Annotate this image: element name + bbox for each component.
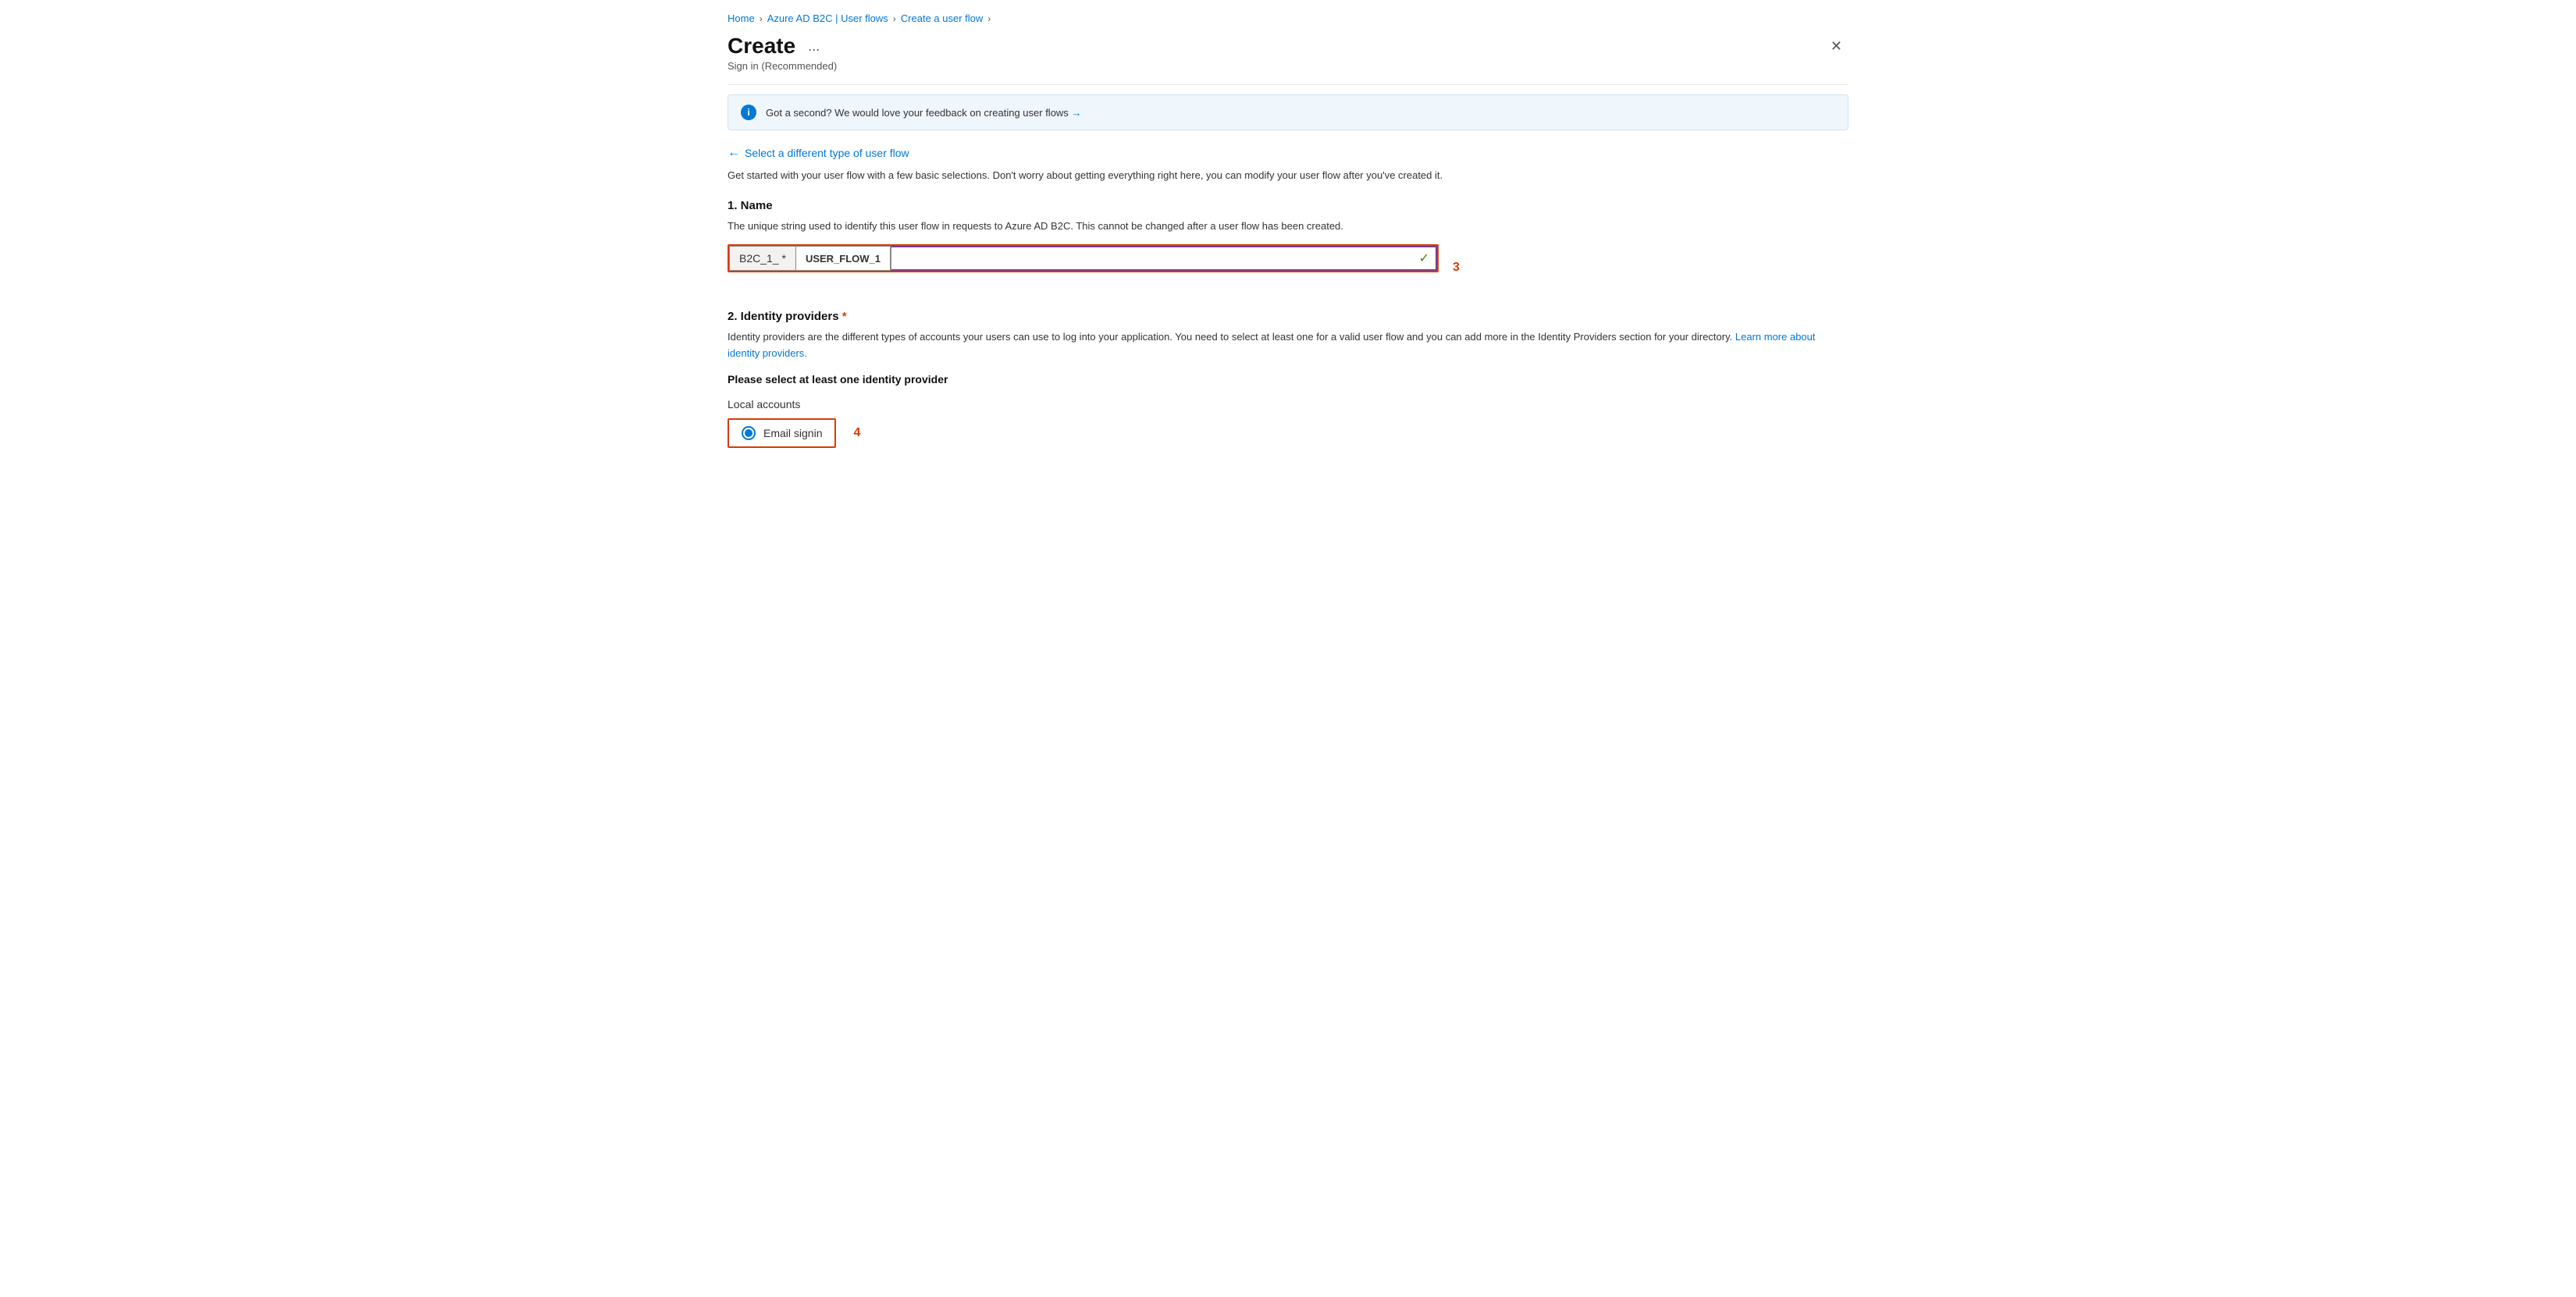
page-subtitle: Sign in (Recommended) [728, 60, 1848, 72]
breadcrumb-home[interactable]: Home [728, 12, 755, 24]
back-link[interactable]: ← Select a different type of user flow [728, 146, 909, 160]
radio-circle-inner [745, 429, 753, 437]
page-description: Get started with your user flow with a f… [728, 168, 1848, 183]
section1-description: The unique string used to identify this … [728, 219, 1848, 234]
email-signin-label: Email signin [763, 427, 822, 439]
header-left: Create ... [728, 34, 824, 59]
header-row: Create ... ✕ [728, 34, 1848, 59]
back-link-label: Select a different type of user flow [745, 147, 909, 159]
checkmark-icon: ✓ [1419, 251, 1429, 266]
breadcrumb-userflows[interactable]: Azure AD B2C | User flows [767, 12, 888, 24]
prefix-inner: USER_FLOW_1 [796, 246, 891, 271]
prefix-label: B2C_1_ * [729, 246, 796, 271]
section1-title: 1. Name [728, 199, 1848, 212]
annotation-3: 3 [1453, 261, 1460, 275]
section-identity-providers: 2. Identity providers * Identity provide… [728, 310, 1848, 448]
annotation-4: 4 [853, 426, 860, 440]
section2-title: 2. Identity providers * [728, 310, 1848, 323]
please-select-text: Please select at least one identity prov… [728, 373, 1848, 386]
section2-description: Identity providers are the different typ… [728, 329, 1848, 362]
close-button[interactable]: ✕ [1824, 35, 1848, 58]
page-title: Create [728, 34, 795, 59]
name-input-wrapper: ✓ [891, 246, 1437, 271]
back-arrow-icon: ← [728, 146, 740, 160]
prefix-inner-value: USER_FLOW_1 [802, 253, 884, 265]
name-input-group: B2C_1_ * USER_FLOW_1 ✓ [728, 244, 1439, 272]
breadcrumb-create[interactable]: Create a user flow [901, 12, 984, 24]
section-name: 1. Name The unique string used to identi… [728, 199, 1848, 292]
radio-circle [742, 426, 756, 440]
name-input[interactable] [891, 246, 1437, 271]
info-banner-arrow[interactable]: → [1071, 107, 1081, 119]
breadcrumb: Home › Azure AD B2C | User flows › Creat… [728, 12, 1848, 24]
required-star: * [842, 310, 847, 323]
info-banner[interactable]: i Got a second? We would love your feedb… [728, 94, 1848, 130]
breadcrumb-sep-2: › [893, 13, 896, 24]
header-divider [728, 84, 1848, 85]
ellipsis-button[interactable]: ... [803, 37, 824, 56]
local-accounts-label: Local accounts [728, 398, 1848, 410]
breadcrumb-sep-3: › [987, 13, 991, 24]
email-signin-option[interactable]: Email signin [728, 418, 836, 448]
info-icon: i [741, 105, 756, 120]
breadcrumb-sep-1: › [760, 13, 763, 24]
info-banner-text: Got a second? We would love your feedbac… [766, 107, 1081, 119]
